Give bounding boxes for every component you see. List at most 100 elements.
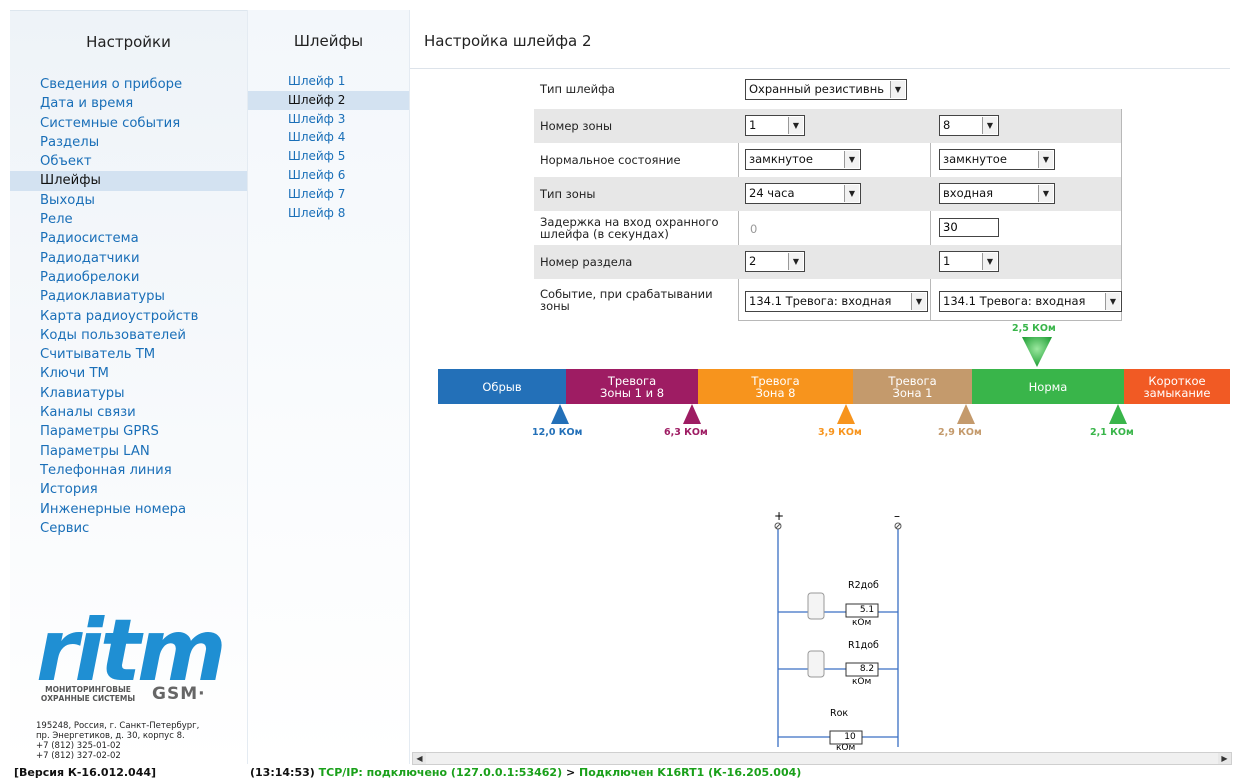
sidebar-item[interactable]: Шлейфы xyxy=(10,171,247,191)
sidebar-item[interactable]: Параметры GPRS xyxy=(10,422,247,441)
entry-delay-row: Задержка на вход охранного шлейфа (в сек… xyxy=(534,211,1121,245)
sidebar-item[interactable]: Дата и время xyxy=(10,94,247,113)
event-a-select[interactable]: 134.1 Тревога: входная ▼ xyxy=(745,291,928,312)
zone-number-label: Номер зоны xyxy=(540,119,613,133)
bottom-marker-triangle[interactable] xyxy=(837,404,855,424)
scroll-right-icon[interactable]: ▶ xyxy=(1218,753,1231,764)
logo-tagline: МОНИТОРИНГОВЫЕ ОХРАННЫЕ СИСТЕМЫ xyxy=(40,685,136,703)
r2-unit-label: кОм xyxy=(852,618,872,628)
zone-type-a-select[interactable]: 24 часа ▼ xyxy=(745,183,861,204)
zone-number-b-value: 8 xyxy=(943,118,951,132)
chevron-down-icon[interactable]: ▼ xyxy=(788,117,803,134)
sidebar-item[interactable]: История xyxy=(10,480,247,499)
event-row: Событие, при срабатывании зоны 134.1 Тре… xyxy=(534,279,1122,321)
sidebar-item[interactable]: Карта радиоустройств xyxy=(10,307,247,326)
zone-type-row: Тип зоны 24 часа ▼ входная ▼ xyxy=(534,177,1121,211)
logo-gsm: GSM· xyxy=(152,684,206,704)
chevron-down-icon[interactable]: ▼ xyxy=(844,151,859,168)
sidebar-item[interactable]: Радиосистема xyxy=(10,229,247,248)
sidebar-item[interactable]: Считыватель ТМ xyxy=(10,345,247,364)
normal-state-a-value: замкнутое xyxy=(749,152,813,166)
loops-list: Шлейф 1 Шлейф 2 Шлейф 3 Шлейф 4 Шлейф 5 Шлейф… xyxy=(248,72,409,222)
zone-number-a-select[interactable]: 1 ▼ xyxy=(745,115,805,136)
sidebar-item[interactable]: Каналы связи xyxy=(10,403,247,422)
loop-item[interactable]: Шлейф 4 xyxy=(248,128,409,147)
sidebar-item[interactable]: Параметры LAN xyxy=(10,442,247,461)
loop-item[interactable]: Шлейф 1 xyxy=(248,72,409,91)
loop-type-row: Тип шлейфа Охранный резистивнь ▼ xyxy=(534,76,1121,100)
zone-number-row: Номер зоны 1 ▼ 8 ▼ xyxy=(534,109,1121,143)
bottom-marker-triangle[interactable] xyxy=(683,404,701,424)
minus-terminal-label: – xyxy=(894,509,900,523)
segment-label: Тревога Зоны 1 и 8 xyxy=(599,373,665,400)
normal-state-b-select[interactable]: замкнутое ▼ xyxy=(939,149,1055,170)
zone-type-a-value: 24 часа xyxy=(749,186,795,200)
partition-b-select[interactable]: 1 ▼ xyxy=(939,251,999,272)
status-arrow: > xyxy=(562,766,579,779)
chevron-down-icon[interactable]: ▼ xyxy=(911,293,926,310)
loop-type-label: Тип шлейфа xyxy=(540,82,615,96)
loop-item[interactable]: Шлейф 5 xyxy=(248,147,409,166)
bottom-marker-triangle[interactable] xyxy=(1109,404,1127,424)
device-status: Подключен K16RT1 (К-16.205.004) xyxy=(579,766,802,779)
sidebar-item[interactable]: Системные события xyxy=(10,114,247,133)
normal-state-b-value: замкнутое xyxy=(943,152,1007,166)
bottom-marker-triangle[interactable] xyxy=(551,404,569,424)
sidebar-item[interactable]: Сервис xyxy=(10,519,247,538)
chevron-down-icon[interactable]: ▼ xyxy=(890,81,905,98)
entry-delay-b-input[interactable]: 30 xyxy=(939,218,999,237)
r1-unit-label: кОм xyxy=(852,677,872,687)
sidebar-item[interactable]: Радиодатчики xyxy=(10,249,247,268)
chevron-down-icon[interactable]: ▼ xyxy=(982,253,997,270)
top-marker-triangle[interactable] xyxy=(1022,337,1052,369)
partition-number-label: Номер раздела xyxy=(540,255,633,269)
partition-a-select[interactable]: 2 ▼ xyxy=(745,251,805,272)
chevron-down-icon[interactable]: ▼ xyxy=(844,185,859,202)
normal-state-label: Нормальное состояние xyxy=(540,153,681,167)
sidebar-item[interactable]: Объект xyxy=(10,152,247,171)
chevron-down-icon[interactable]: ▼ xyxy=(1038,151,1053,168)
sidebar-item[interactable]: Радиобрелоки xyxy=(10,268,247,287)
partition-b-value: 1 xyxy=(943,254,951,268)
address-line: 195248, Россия, г. Санкт-Петербург, xyxy=(36,721,200,731)
company-address: 195248, Россия, г. Санкт-Петербург, пр. … xyxy=(36,721,199,761)
sidebar-item[interactable]: Радиоклавиатуры xyxy=(10,287,247,306)
loop-type-select[interactable]: Охранный резистивнь ▼ xyxy=(745,79,907,100)
zone-number-b-select[interactable]: 8 ▼ xyxy=(939,115,999,136)
loop-item[interactable]: Шлейф 6 xyxy=(248,166,409,185)
status-time: (13:14:53) xyxy=(250,766,315,779)
sidebar-item[interactable]: Выходы xyxy=(10,191,247,210)
bottom-marker-label: 6,3 КОм xyxy=(664,427,708,438)
address-line: пр. Энергетиков, д. 30, корпус 8. xyxy=(36,731,185,741)
settings-sidebar: Настройки Сведения о приборе Дата и время… xyxy=(10,10,247,764)
sidebar-item[interactable]: Сведения о приборе xyxy=(10,75,247,94)
chevron-down-icon[interactable]: ▼ xyxy=(982,117,997,134)
resistance-scale: Обрыв Тревога Зоны 1 и 8 Тревога Зона 8 … xyxy=(438,369,1230,404)
sidebar-item[interactable]: Ключи ТМ xyxy=(10,364,247,383)
loop-item[interactable]: Шлейф 2 xyxy=(248,90,409,110)
event-a-value: 134.1 Тревога: входная xyxy=(749,294,892,308)
zone-type-b-select[interactable]: входная ▼ xyxy=(939,183,1055,204)
loop-item[interactable]: Шлейф 3 xyxy=(248,110,409,129)
sidebar-item[interactable]: Телефонная линия xyxy=(10,461,247,480)
chevron-down-icon[interactable]: ▼ xyxy=(788,253,803,270)
bottom-marker-triangle[interactable] xyxy=(957,404,975,424)
sidebar-item[interactable]: Реле xyxy=(10,210,247,229)
rok-value-label: 10 xyxy=(844,732,856,742)
chevron-down-icon[interactable]: ▼ xyxy=(1038,185,1053,202)
normal-state-a-select[interactable]: замкнутое ▼ xyxy=(745,149,861,170)
event-b-select[interactable]: 134.1 Тревога: входная ▼ xyxy=(939,291,1122,312)
connection-status: (13:14:53) TCP/IP: подключено (127.0.0.1… xyxy=(250,766,801,780)
sidebar-item[interactable]: Инженерные номера xyxy=(10,500,247,519)
scroll-left-icon[interactable]: ◀ xyxy=(413,753,426,764)
chevron-down-icon[interactable]: ▼ xyxy=(1105,293,1120,310)
page-title: Настройка шлейфа 2 xyxy=(424,32,592,50)
loop-item[interactable]: Шлейф 7 xyxy=(248,185,409,204)
loop-item[interactable]: Шлейф 8 xyxy=(248,204,409,223)
sidebar-item[interactable]: Разделы xyxy=(10,133,247,152)
r1-value-label: 8.2 xyxy=(859,664,875,674)
sidebar-item[interactable]: Клавиатуры xyxy=(10,384,247,403)
horizontal-scrollbar[interactable]: ◀ ▶ xyxy=(412,752,1232,765)
sidebar-item[interactable]: Коды пользователей xyxy=(10,326,247,345)
bottom-marker-label: 12,0 КОм xyxy=(532,427,583,438)
